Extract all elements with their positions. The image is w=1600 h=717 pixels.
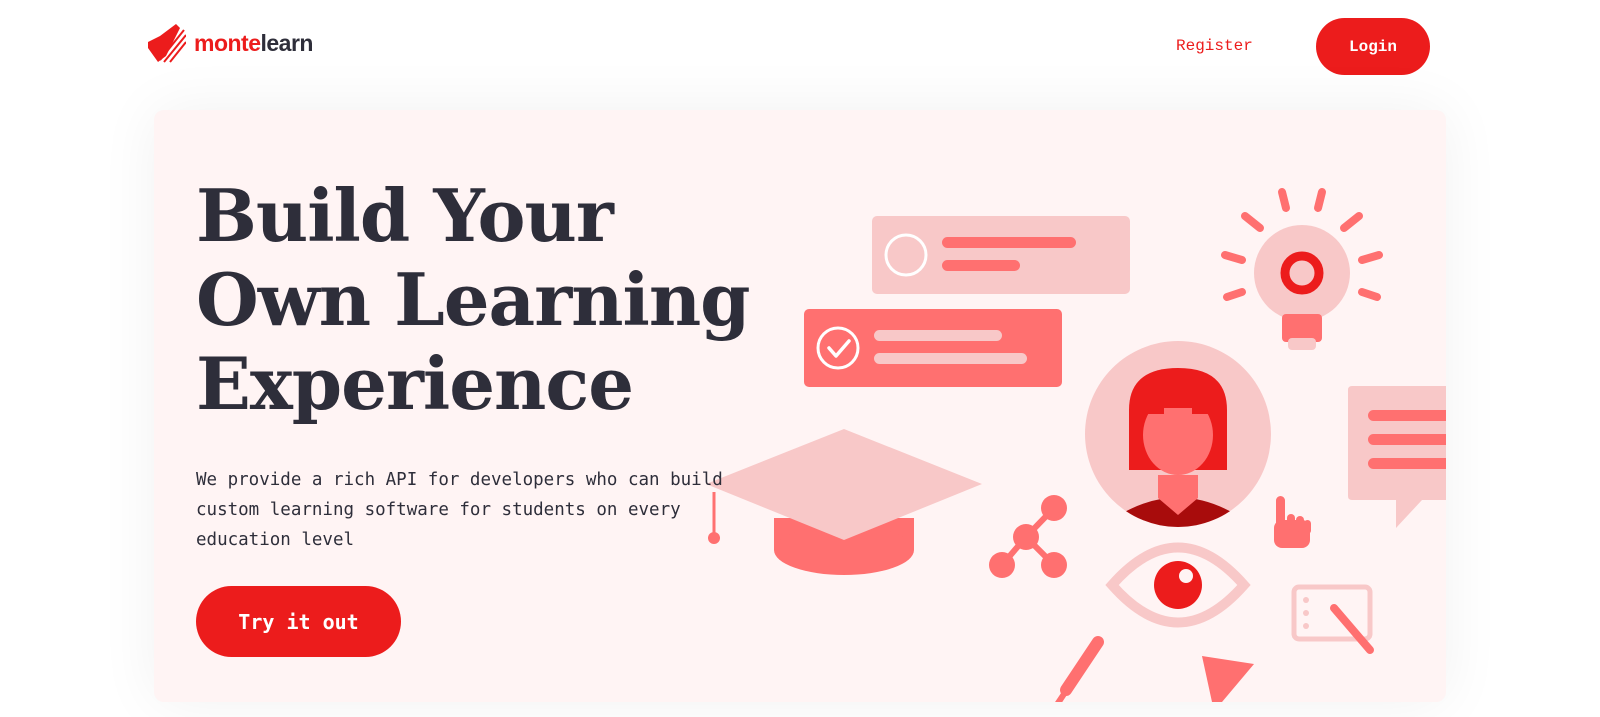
lightbulb-icon <box>1221 188 1383 350</box>
hero-description: We provide a rich API for developers who… <box>196 470 723 550</box>
site-header: montelearn Register Login <box>0 0 1600 92</box>
brand-name-part1: monte <box>194 29 261 56</box>
network-nodes-icon <box>989 495 1067 578</box>
paper-plane-icon <box>1202 656 1254 702</box>
notification-card-icon <box>872 216 1130 294</box>
hero-title-line-3: Experience <box>196 341 634 426</box>
register-link[interactable]: Register <box>1176 33 1253 59</box>
hero-title-line-2: Own Learning <box>196 257 751 342</box>
brand-name-part2: learn <box>260 29 314 56</box>
try-it-out-button[interactable]: Try it out <box>196 586 401 657</box>
login-button[interactable]: Login <box>1316 18 1430 75</box>
brand-logo[interactable]: montelearn <box>146 22 313 64</box>
avatar-icon <box>1085 341 1271 527</box>
checked-card-icon <box>804 309 1062 387</box>
graduation-cap-icon <box>706 429 982 575</box>
brand-name: montelearn <box>194 30 313 57</box>
chat-bubble-icon <box>1348 386 1446 528</box>
hero-section: Build Your Own Learning Experience We pr… <box>154 110 1446 702</box>
hand-pointer-icon <box>1274 496 1311 548</box>
hero-title-line-1: Build Your <box>196 173 614 258</box>
pen-icon <box>1055 636 1104 702</box>
tablet-stylus-icon <box>1291 584 1374 654</box>
logo-mark-icon <box>148 24 186 63</box>
eye-icon <box>1105 542 1251 628</box>
hero-title: Build Your Own Learning Experience <box>196 174 816 426</box>
